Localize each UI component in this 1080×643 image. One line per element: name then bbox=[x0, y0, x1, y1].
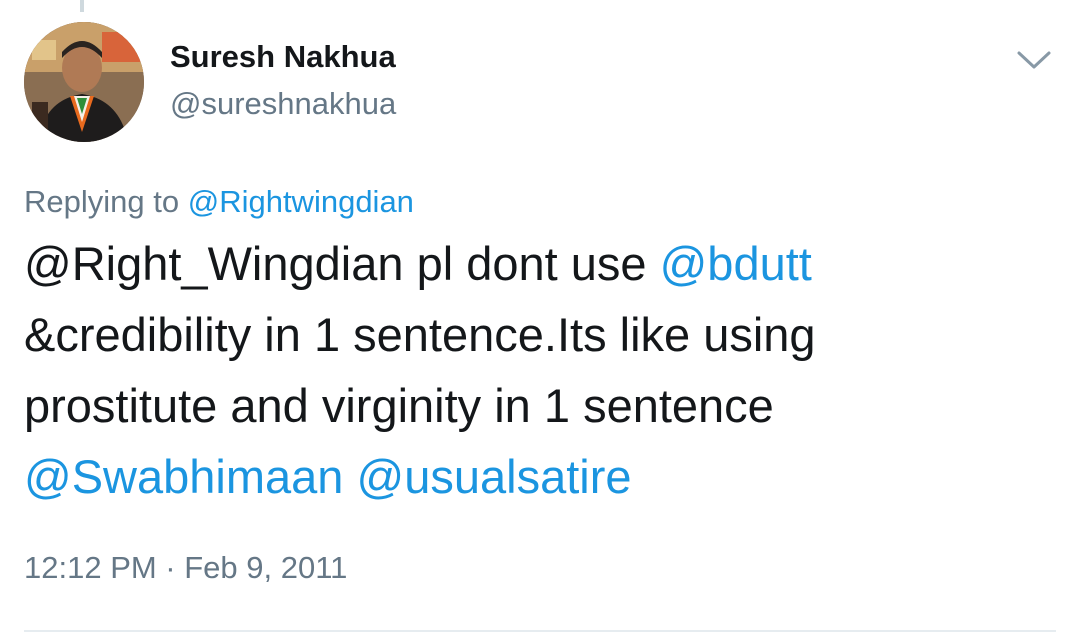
divider bbox=[24, 630, 1056, 632]
author-block: Suresh Nakhua @sureshnakhua bbox=[170, 38, 396, 124]
tweet-line-4: @Swabhimaan @usualsatire bbox=[24, 441, 1034, 512]
tweet-header: Suresh Nakhua @sureshnakhua bbox=[24, 22, 1056, 146]
replying-to-prefix: Replying to bbox=[24, 184, 180, 219]
tweet-line-2: &credibility in 1 sentence.Its like usin… bbox=[24, 308, 816, 361]
tweet-timestamp[interactable]: 12:12 PM · Feb 9, 2011 bbox=[24, 548, 347, 588]
thread-connector-line bbox=[80, 0, 84, 12]
avatar-image bbox=[24, 22, 144, 142]
tweet-line-1: @Right_Wingdian pl dont use @bdutt bbox=[24, 228, 1034, 299]
chevron-down-icon bbox=[1017, 51, 1051, 69]
replying-to-mention-link[interactable]: @Rightwingdian bbox=[188, 184, 414, 219]
replying-to-line: Replying to @Rightwingdian bbox=[24, 182, 414, 222]
author-display-name[interactable]: Suresh Nakhua bbox=[170, 38, 396, 76]
tweet-body: @Right_Wingdian pl dont use @bdutt &cred… bbox=[24, 228, 1034, 512]
author-handle[interactable]: @sureshnakhua bbox=[170, 84, 396, 124]
tweet-text-segment: pl dont use bbox=[403, 237, 660, 290]
mention-bdutt-link[interactable]: @bdutt bbox=[660, 237, 812, 290]
more-options-button[interactable] bbox=[1012, 42, 1056, 78]
mention-usualsatire-link[interactable]: @usualsatire bbox=[357, 450, 632, 503]
avatar[interactable] bbox=[24, 22, 144, 142]
tweet-line-3: prostitute and virginity in 1 sentence bbox=[24, 379, 774, 432]
mention-right-wingdian[interactable]: @Right_Wingdian bbox=[24, 237, 404, 290]
mention-swabhimaan-link[interactable]: @Swabhimaan bbox=[24, 450, 343, 503]
